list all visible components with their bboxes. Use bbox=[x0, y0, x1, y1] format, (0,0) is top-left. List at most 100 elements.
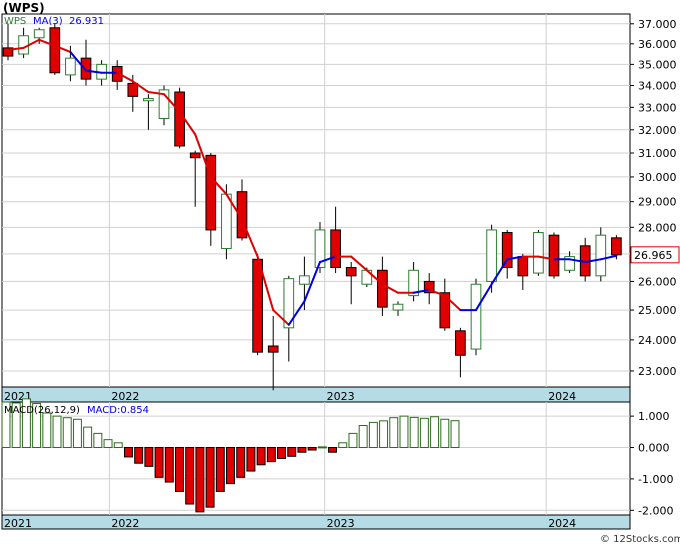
macd-bar bbox=[144, 447, 154, 467]
macd-bar bbox=[307, 447, 317, 451]
candle-body bbox=[127, 82, 139, 97]
candle-body bbox=[595, 234, 607, 277]
stock-chart: 37.000 36.000 35.000 34.000 33.000 32.000 31.0… bbox=[1, 1, 680, 545]
candle-body bbox=[392, 303, 404, 311]
candle-body bbox=[548, 234, 560, 277]
macd-bar bbox=[93, 432, 103, 449]
macd-bar bbox=[154, 447, 164, 478]
macd-bar bbox=[113, 442, 123, 449]
macd-year-label: 2024 bbox=[548, 517, 576, 530]
macd-bar bbox=[328, 447, 338, 453]
macd-legend-label: MACD(26,12,9) bbox=[4, 405, 80, 416]
macd-bar bbox=[358, 425, 368, 449]
candle-body bbox=[345, 267, 357, 277]
price-tick-label: 31.000 bbox=[638, 147, 677, 160]
legend-symbol: WPS bbox=[4, 16, 26, 27]
macd-bar bbox=[317, 446, 327, 449]
macd-bar bbox=[174, 447, 184, 492]
candle-body bbox=[65, 57, 76, 76]
macd-tick-label: 0.000 bbox=[638, 442, 670, 455]
candle-body bbox=[174, 91, 185, 147]
macd-tick-label: -2.000 bbox=[638, 504, 673, 517]
macd-legend-value: MACD:0.854 bbox=[87, 405, 149, 416]
copyright-footer: © 12Stocks.com bbox=[600, 534, 680, 545]
macd-bar bbox=[215, 447, 225, 492]
macd-date-band bbox=[1, 514, 631, 530]
legend-ma-label: MA(3) bbox=[33, 16, 63, 27]
price-tick-label: 25.000 bbox=[638, 304, 677, 317]
macd-year-label: 2022 bbox=[111, 517, 139, 530]
candle-body bbox=[221, 193, 232, 249]
price-tick-label: 34.000 bbox=[638, 80, 677, 93]
macd-bar bbox=[287, 447, 297, 457]
macd-bar bbox=[348, 432, 358, 449]
year-label: 2024 bbox=[548, 390, 576, 403]
candle-body bbox=[517, 256, 529, 277]
macd-bar bbox=[338, 442, 348, 449]
candle-body bbox=[501, 232, 513, 269]
macd-tick-label: -1.000 bbox=[638, 473, 673, 486]
price-tick-label: 26.000 bbox=[638, 275, 677, 288]
macd-bar bbox=[368, 421, 378, 449]
macd-bar bbox=[205, 447, 215, 508]
candle-body bbox=[49, 27, 61, 74]
macd-bar bbox=[389, 417, 399, 449]
last-price-label: 26.965 bbox=[634, 249, 673, 262]
legend-ma-value: 26.931 bbox=[69, 16, 104, 27]
macd-bar bbox=[185, 447, 195, 505]
macd-bar bbox=[103, 439, 113, 449]
macd-bar bbox=[134, 447, 144, 464]
candle-body bbox=[377, 269, 388, 308]
macd-bar bbox=[419, 417, 429, 449]
macd-bar bbox=[123, 447, 133, 458]
price-tick-label: 28.000 bbox=[638, 221, 677, 234]
price-tick-label: 33.000 bbox=[638, 101, 677, 114]
macd-bar bbox=[440, 418, 450, 449]
candle-body bbox=[486, 229, 497, 282]
year-label: 2022 bbox=[111, 390, 139, 403]
candle-body bbox=[18, 35, 29, 55]
candle-body bbox=[330, 229, 341, 269]
price-tick-label: 30.000 bbox=[638, 171, 677, 184]
macd-bar bbox=[277, 447, 287, 459]
price-date-band bbox=[1, 386, 631, 404]
macd-bar bbox=[72, 418, 82, 449]
macd-bar bbox=[246, 447, 256, 472]
candle-body bbox=[611, 237, 622, 256]
price-tick-label: 37.000 bbox=[638, 18, 677, 31]
macd-bar bbox=[226, 447, 235, 485]
macd-bar bbox=[450, 420, 460, 449]
year-label: 2023 bbox=[327, 390, 355, 403]
candle-body bbox=[533, 232, 544, 274]
chart-title: (WPS) bbox=[3, 1, 45, 15]
macd-year-label: 2023 bbox=[327, 517, 355, 530]
candle-body bbox=[455, 330, 466, 356]
macd-bar bbox=[297, 447, 307, 453]
macd-bar bbox=[409, 416, 419, 449]
macd-bar bbox=[164, 447, 174, 483]
candle-body bbox=[143, 98, 154, 102]
price-tick-label: 29.000 bbox=[638, 196, 677, 209]
macd-bar bbox=[430, 416, 440, 449]
candle-body bbox=[33, 29, 45, 39]
price-tick-label: 35.000 bbox=[638, 58, 677, 71]
macd-bar bbox=[83, 426, 93, 449]
candle-body bbox=[80, 57, 92, 80]
price-tick-label: 24.000 bbox=[638, 334, 677, 347]
candle-body bbox=[267, 345, 279, 353]
macd-tick-label: 1.000 bbox=[638, 410, 670, 423]
macd-year-label: 2021 bbox=[4, 517, 32, 530]
macd-panel-frame bbox=[1, 401, 631, 516]
macd-bar bbox=[42, 412, 52, 449]
macd-bar bbox=[236, 447, 246, 478]
candle-body bbox=[189, 152, 201, 159]
macd-bar bbox=[399, 415, 409, 449]
price-tick-label: 32.000 bbox=[638, 124, 677, 137]
macd-bar bbox=[52, 415, 62, 449]
macd-bar bbox=[379, 420, 389, 449]
price-tick-label: 36.000 bbox=[638, 38, 677, 51]
macd-bar bbox=[256, 447, 266, 466]
candle-body bbox=[470, 283, 482, 350]
macd-bar bbox=[266, 447, 276, 463]
candle-body bbox=[299, 275, 310, 285]
